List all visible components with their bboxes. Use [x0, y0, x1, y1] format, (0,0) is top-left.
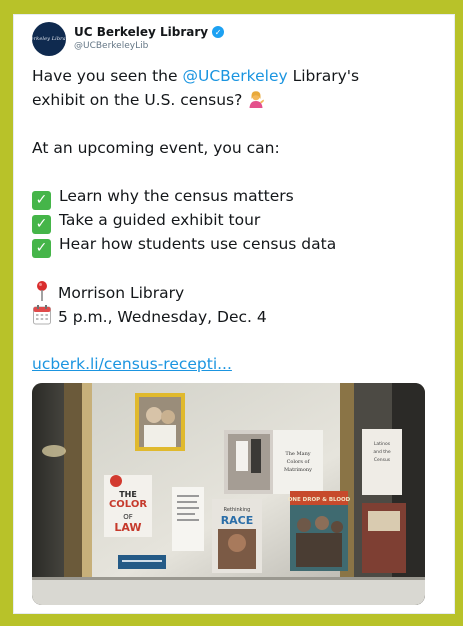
event-intro: At an upcoming event, you can:	[32, 139, 280, 157]
exhibit-book-couple	[135, 393, 185, 451]
exhibit-info-card	[172, 487, 204, 551]
svg-text:Latinos: Latinos	[374, 441, 391, 447]
mention-link[interactable]: @UCBerkeley	[182, 67, 287, 85]
tweet-line-2: exhibit on the U.S. census?	[32, 88, 432, 112]
exhibit-book-race: Rethinking RACE	[212, 499, 262, 573]
svg-text:Matrimony: Matrimony	[284, 467, 312, 473]
display-name[interactable]: UC Berkeley Library	[74, 25, 208, 39]
round-pushpin-icon	[32, 280, 52, 302]
exhibit-photo[interactable]: The Many Colors of Matrimony THE COLOR O…	[32, 383, 425, 605]
account-handle[interactable]: @UCBerkeleyLib	[74, 41, 224, 51]
svg-text:Rethinking: Rethinking	[224, 507, 251, 513]
avatar[interactable]: Berkeley Library	[32, 22, 66, 56]
tweet-text: Have you seen the @UCBerkeley Library's …	[32, 64, 432, 376]
svg-text:The Many: The Many	[285, 451, 310, 457]
checklist-item: ✓ Take a guided exhibit tour	[32, 208, 432, 234]
account-names: UC Berkeley Library ✓ @UCBerkeleyLib	[74, 24, 225, 51]
verified-badge-icon: ✓	[212, 26, 225, 38]
svg-text:and the: and the	[373, 449, 391, 455]
svg-text:Colors of: Colors of	[287, 459, 311, 465]
person-tipping-hand-icon	[247, 90, 265, 108]
svg-text:COLOR: COLOR	[109, 499, 147, 510]
svg-text:OF: OF	[123, 513, 133, 521]
tweet-line-1: Have you seen the @UCBerkeley Library's	[32, 67, 360, 85]
svg-text:LAW: LAW	[114, 521, 141, 534]
check-mark-icon: ✓	[32, 239, 51, 258]
svg-text:Census: Census	[374, 457, 391, 463]
checklist-item: ✓ Learn why the census matters	[32, 184, 432, 210]
exhibit-book-color-of-law: THE COLOR OF LAW	[104, 475, 152, 537]
census-link[interactable]: ucberk.li/census-recepti...	[32, 352, 432, 376]
calendar-icon	[32, 304, 52, 326]
location-line: Morrison Library	[32, 280, 432, 304]
svg-text:RACE: RACE	[221, 514, 254, 527]
svg-text:THE: THE	[119, 490, 137, 499]
tweet-header: Berkeley Library UC Berkeley Library ✓ @…	[32, 22, 412, 66]
exhibit-book-one-drop: ONE DROP & BLOOD	[288, 491, 351, 571]
svg-text:ONE DROP & BLOOD: ONE DROP & BLOOD	[288, 497, 351, 503]
exhibit-book-matrimony: The Many Colors of Matrimony	[224, 430, 323, 494]
datetime-line: 5 p.m., Wednesday, Dec. 4	[32, 304, 432, 328]
checklist-item: ✓ Hear how students use census data	[32, 232, 432, 258]
